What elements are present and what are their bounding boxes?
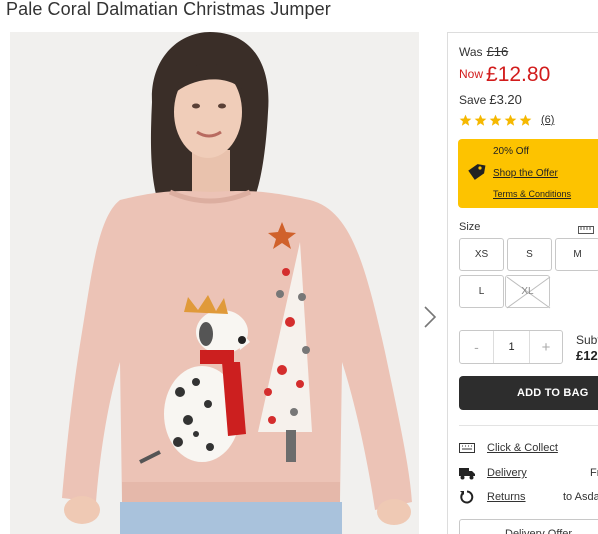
offer-percent: 20% Off [493,146,529,157]
returns-note: to Asda [563,491,598,503]
delivery-link[interactable]: Delivery [487,467,527,479]
truck-icon [459,468,475,480]
subtotal: Subt £12 [576,333,598,363]
now-value: £12.80 [486,63,551,86]
was-price: Was £16 [459,44,508,59]
size-option-xl-unavailable: XL [505,275,551,309]
return-arrow-icon [460,490,474,504]
quantity-increase-button[interactable]: + [529,331,562,363]
now-price: Now £12.80 [459,63,550,87]
delivery-row: Delivery Fr [459,465,598,481]
size-option-xl-label: XL [521,286,534,297]
click-collect-link[interactable]: Click & Collect [487,442,558,454]
next-image-chevron-icon[interactable] [423,305,437,329]
add-to-bag-button[interactable]: ADD TO BAG [459,376,598,410]
save-value: £3.20 [489,92,522,107]
offer-banner: 20% Off Shop the Offer Terms & Condition… [458,139,598,208]
save-label: Save [459,93,487,107]
star-rating[interactable]: (6) [459,113,554,127]
star-icon [459,114,472,126]
price-tag-icon [468,164,486,180]
size-option-l[interactable]: L [459,275,504,308]
was-label: Was [459,45,483,59]
keyboard-icon [459,443,475,453]
star-icon [504,114,517,126]
quantity-input[interactable]: 1 [494,331,529,363]
size-label: Size [459,221,481,233]
delivery-note: Fr [590,467,598,479]
size-option-m[interactable]: M [555,238,598,271]
subtotal-value: £12 [576,348,598,363]
product-photo-illustration [10,32,419,534]
product-image[interactable] [10,32,419,534]
delivery-offer-button[interactable]: Delivery Offer [459,519,598,534]
returns-row: Returns to Asda [459,489,598,505]
shop-the-offer-link[interactable]: Shop the Offer [493,168,558,179]
size-option-s[interactable]: S [507,238,552,271]
star-icon [519,114,532,126]
terms-conditions-link[interactable]: Terms & Conditions [493,189,571,199]
save-amount: Save £3.20 [459,92,522,107]
divider [459,425,598,426]
star-icon [489,114,502,126]
now-label: Now [459,67,484,81]
size-guide-ruler-icon[interactable] [578,226,594,234]
quantity-stepper: - 1 + [459,330,563,364]
size-option-xs[interactable]: XS [459,238,504,271]
product-title: Pale Coral Dalmatian Christmas Jumper [6,0,331,19]
click-collect-row: Click & Collect [459,440,598,456]
quantity-decrease-button[interactable]: - [460,331,494,363]
star-icon [474,114,487,126]
returns-link[interactable]: Returns [487,491,526,503]
subtotal-label: Subt [576,333,598,347]
was-value: £16 [486,44,509,59]
review-count-link[interactable]: (6) [541,114,554,126]
